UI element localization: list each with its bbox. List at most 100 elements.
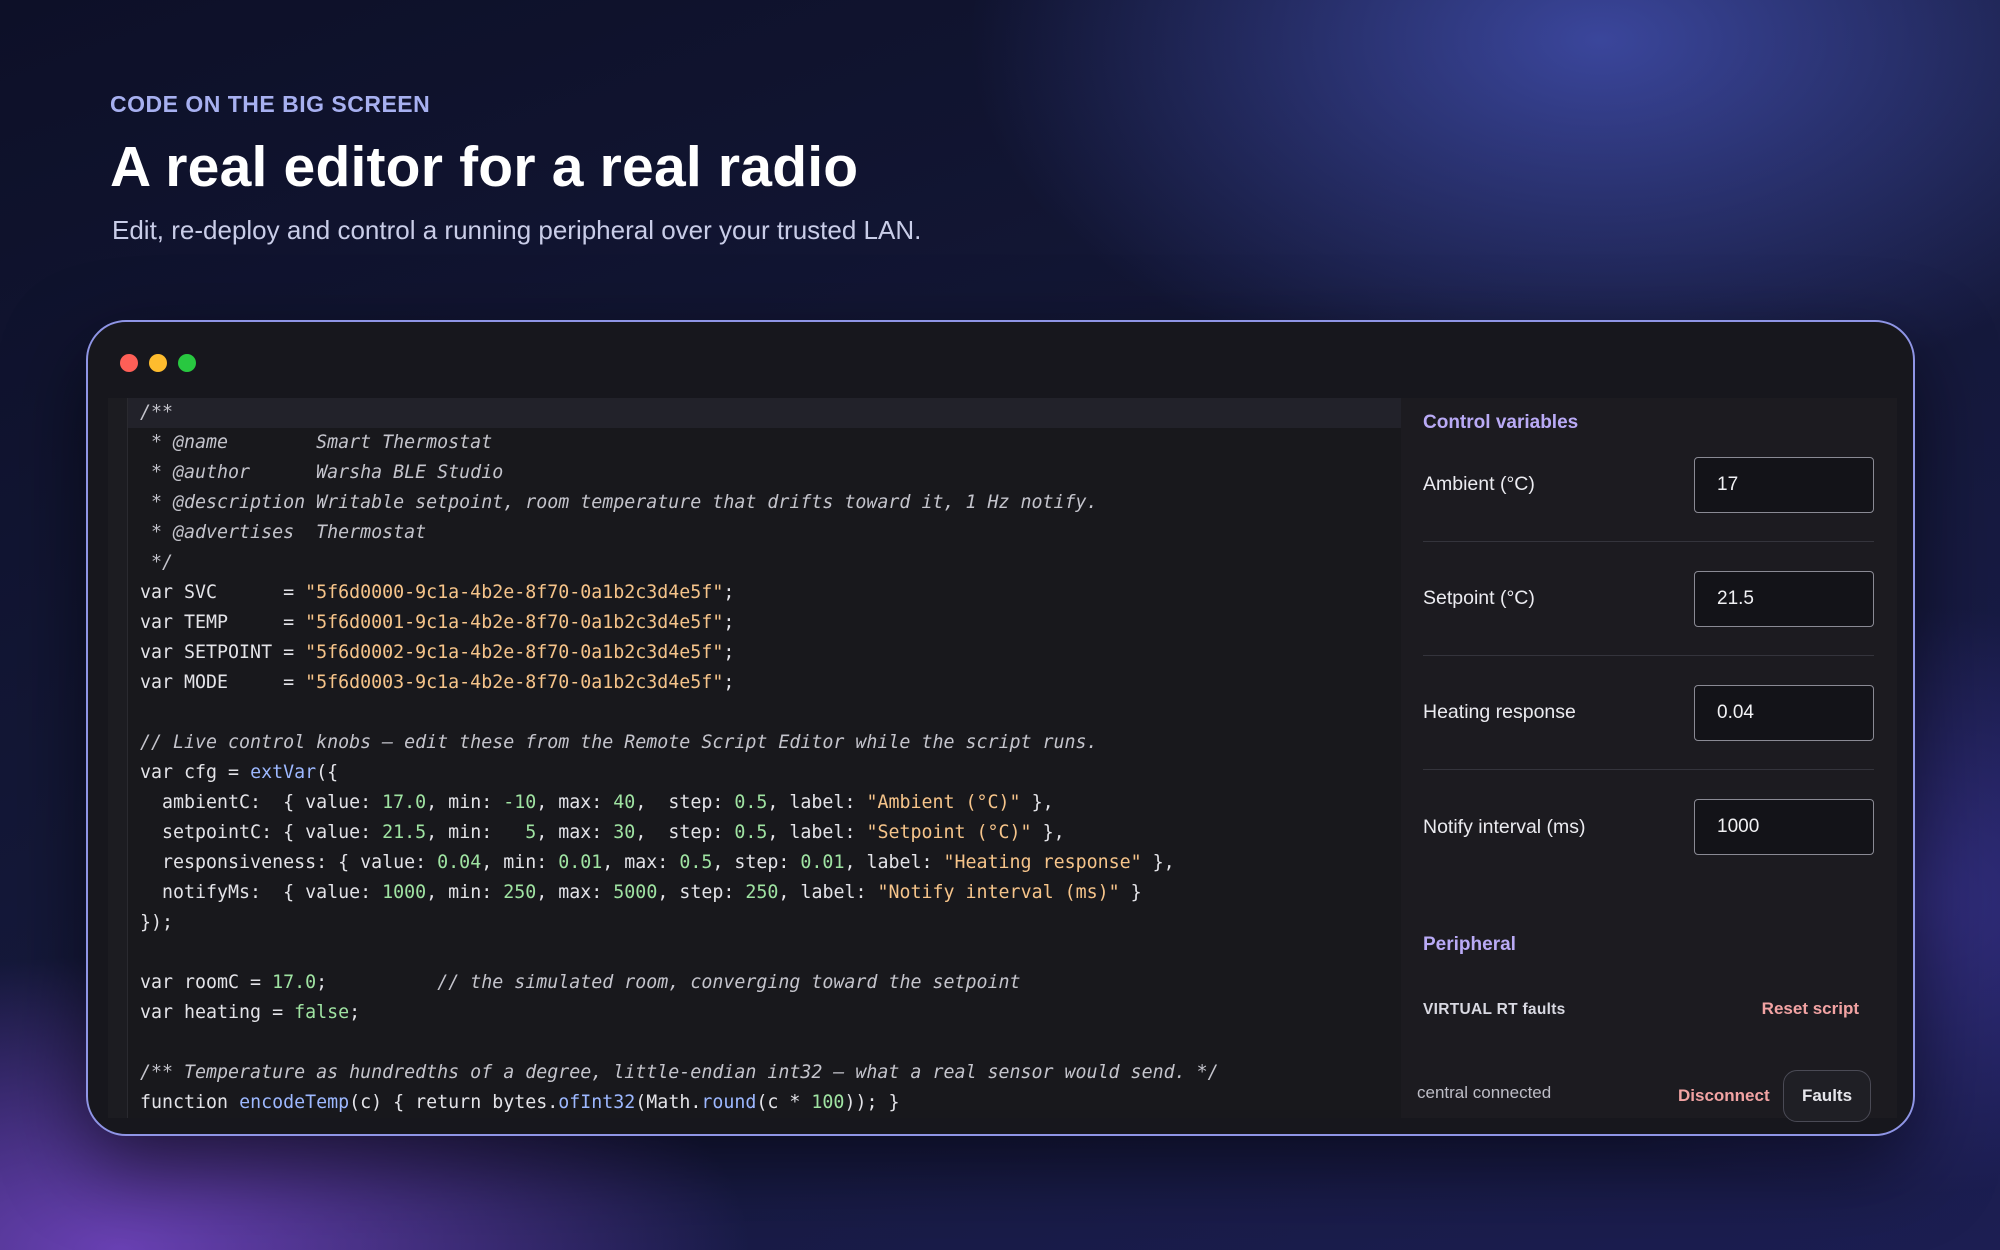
code-line[interactable]: */ (140, 548, 1401, 578)
code-token: 17.0 (382, 792, 427, 813)
code-token: // the simulated room, converging toward… (437, 972, 1021, 993)
faults-button[interactable]: Faults (1783, 1070, 1871, 1122)
code-line[interactable]: * @author Warsha BLE Studio (140, 458, 1401, 488)
var-label: Setpoint (°C) (1423, 587, 1535, 609)
var-row-setpoint: Setpoint (°C) (1423, 542, 1874, 656)
code-token: , step: (635, 792, 735, 813)
code-token: 5 (525, 822, 537, 843)
code-token: 0.5 (679, 852, 713, 873)
code-editor[interactable]: /** * @name Smart Thermostat * @author W… (108, 398, 1401, 1118)
minimize-window-button[interactable] (149, 354, 167, 372)
code-line[interactable] (140, 1028, 1401, 1058)
code-line[interactable]: var roomC = 17.0; // the simulated room,… (140, 968, 1401, 998)
code-token: (c * (756, 1092, 812, 1113)
code-token: * @author Warsha BLE Studio (140, 462, 504, 483)
code-line[interactable]: ambientC: { value: 17.0, min: -10, max: … (140, 788, 1401, 818)
code-token: var roomC = (140, 972, 273, 993)
code-token: setpointC: { value: (140, 822, 383, 843)
code-line[interactable]: var MODE = "5f6d0003-9c1a-4b2e-8f70-0a1b… (140, 668, 1401, 698)
code-line[interactable]: /** Temperature as hundredths of a degre… (140, 1058, 1401, 1088)
code-token: var heating = (140, 1002, 295, 1023)
code-line[interactable]: function encodeTemp(c) { return bytes.of… (140, 1088, 1401, 1118)
code-token: ; (723, 612, 735, 633)
code-token: ambientC: { value: (140, 792, 383, 813)
code-token: encodeTemp (239, 1092, 350, 1113)
code-token: , min: (481, 852, 559, 873)
code-token: "5f6d0000-9c1a-4b2e-8f70-0a1b2c3d4e5f" (305, 582, 724, 603)
code-token: var SETPOINT = (140, 642, 306, 663)
code-token: // Live control knobs — edit these from … (140, 732, 1098, 753)
code-token: ; (723, 642, 735, 663)
code-line[interactable]: /** (128, 398, 1401, 428)
code-token: "5f6d0001-9c1a-4b2e-8f70-0a1b2c3d4e5f" (305, 612, 724, 633)
maximize-window-button[interactable] (178, 354, 196, 372)
code-token: "Notify interval (ms)" (877, 882, 1120, 903)
var-label: Notify interval (ms) (1423, 815, 1586, 838)
code-token: 100 (811, 1092, 845, 1113)
setpoint-input[interactable] (1694, 570, 1874, 627)
close-window-button[interactable] (120, 354, 138, 372)
code-line[interactable]: var TEMP = "5f6d0001-9c1a-4b2e-8f70-0a1b… (140, 608, 1401, 638)
notify-interval-input[interactable] (1694, 799, 1874, 855)
var-label: Heating response (1423, 701, 1576, 723)
code-token: 5000 (613, 882, 658, 903)
code-line[interactable]: * @advertises Thermostat (140, 518, 1401, 548)
code-line[interactable]: // Live control knobs — edit these from … (140, 728, 1401, 758)
window-controls (120, 354, 196, 372)
disconnect-button[interactable]: Disconnect (1666, 1074, 1782, 1118)
code-line[interactable]: notifyMs: { value: 1000, min: 250, max: … (140, 878, 1401, 908)
code-token: , step: (657, 882, 746, 903)
code-line[interactable]: var cfg = extVar({ (140, 758, 1401, 788)
code-token: "5f6d0002-9c1a-4b2e-8f70-0a1b2c3d4e5f" (305, 642, 724, 663)
code-token: , max: (536, 822, 614, 843)
code-line[interactable]: var heating = false; (140, 998, 1401, 1028)
code-token: , min: (426, 882, 504, 903)
code-token: 0.01 (558, 852, 603, 873)
code-token: /** Temperature as hundredths of a degre… (140, 1062, 1219, 1083)
code-content[interactable]: /** * @name Smart Thermostat * @author W… (128, 398, 1401, 1118)
var-label: Ambient (°C) (1423, 473, 1535, 495)
code-token: (c) { return bytes. (349, 1092, 559, 1113)
code-token: (Math. (635, 1092, 702, 1113)
code-token: var SVC = (140, 582, 306, 603)
control-panel: Control variables Ambient (°C) Setpoint … (1401, 398, 1897, 1122)
code-token: 0.04 (437, 852, 482, 873)
code-token: }, (1141, 852, 1175, 873)
code-token: 21.5 (382, 822, 427, 843)
code-token: 250 (503, 882, 537, 903)
headline: A real editor for a real radio (110, 135, 859, 199)
code-token: "Setpoint (°C)" (866, 822, 1032, 843)
code-token: 1000 (382, 882, 427, 903)
code-token: "Heating response" (943, 852, 1142, 873)
heating-response-input[interactable] (1694, 684, 1874, 741)
code-line[interactable] (140, 698, 1401, 728)
ambient-input[interactable] (1694, 456, 1874, 513)
var-row-heating-response: Heating response (1423, 656, 1874, 770)
code-line[interactable]: * @name Smart Thermostat (140, 428, 1401, 458)
code-line[interactable]: }); (140, 908, 1401, 938)
code-token: "Ambient (°C)" (866, 792, 1021, 813)
code-token: false (294, 1002, 350, 1023)
code-token: } (1119, 882, 1142, 903)
code-line[interactable]: setpointC: { value: 21.5, min: 5, max: 3… (140, 818, 1401, 848)
code-token: function (140, 1092, 240, 1113)
code-token: ; (349, 1002, 361, 1023)
code-token: 250 (745, 882, 779, 903)
code-line[interactable]: * @description Writable setpoint, room t… (140, 488, 1401, 518)
code-line[interactable]: responsiveness: { value: 0.04, min: 0.01… (140, 848, 1401, 878)
code-token: 30 (613, 822, 636, 843)
code-token: , min: (426, 822, 526, 843)
code-token: , step: (635, 822, 735, 843)
code-token: , max: (536, 792, 614, 813)
code-token: /** (140, 402, 174, 423)
code-line[interactable]: var SVC = "5f6d0000-9c1a-4b2e-8f70-0a1b2… (140, 578, 1401, 608)
editor-gutter (108, 398, 128, 1118)
code-token: , label: (844, 852, 944, 873)
code-token: 17.0 (272, 972, 317, 993)
code-line[interactable] (140, 938, 1401, 968)
code-line[interactable]: var SETPOINT = "5f6d0002-9c1a-4b2e-8f70-… (140, 638, 1401, 668)
code-token: , max: (536, 882, 614, 903)
reset-script-button[interactable]: Reset script (1762, 999, 1859, 1019)
code-token: notifyMs: { value: (140, 882, 383, 903)
code-token: }, (1020, 792, 1054, 813)
